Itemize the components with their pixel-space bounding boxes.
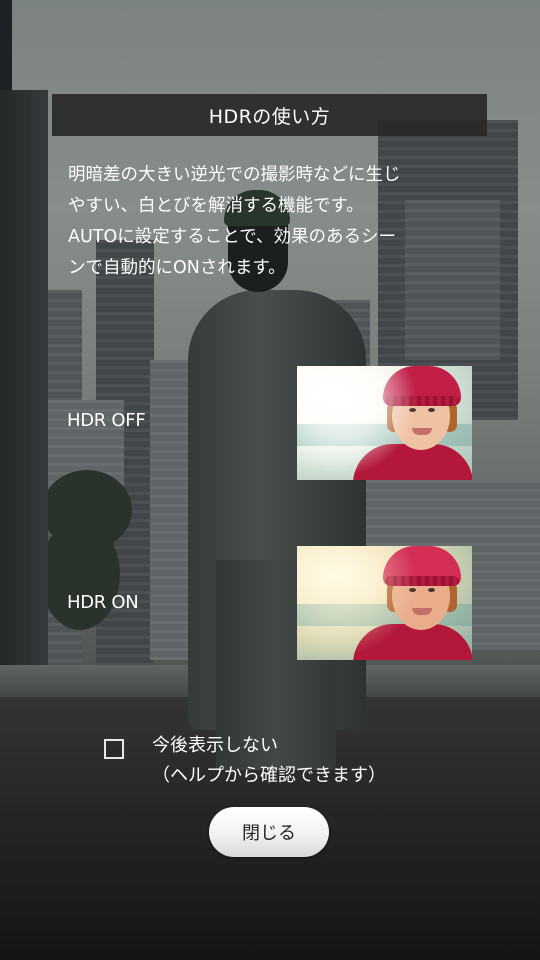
- dont-show-again-checkbox[interactable]: [104, 739, 124, 759]
- hdr-on-label: HDR ON: [67, 592, 139, 613]
- hdr-off-label: HDR OFF: [67, 410, 146, 431]
- description-line: ンで自動的にONされます。: [68, 258, 286, 278]
- description-text: 明暗差の大きい逆光での撮影時などに生じ やすい、白とびを解消する機能です。 AU…: [68, 160, 488, 284]
- dialog-title-bar: HDRの使い方: [52, 94, 487, 136]
- description-line: AUTOに設定することで、効果のあるシー: [68, 227, 397, 247]
- hdr-on-example-image: [297, 546, 472, 660]
- description-line: 明暗差の大きい逆光での撮影時などに生じ: [68, 165, 401, 185]
- dont-show-again-note: （ヘルプから確認できます）: [152, 765, 386, 786]
- dont-show-again-text: 今後表示しない: [152, 735, 278, 756]
- dialog-title: HDRの使い方: [208, 105, 331, 128]
- description-line: やすい、白とびを解消する機能です。: [68, 196, 364, 216]
- dont-show-again-label[interactable]: 今後表示しない （ヘルプから確認できます）: [152, 731, 386, 791]
- close-button[interactable]: 閉じる: [209, 807, 329, 857]
- hdr-off-example-image: [297, 366, 472, 480]
